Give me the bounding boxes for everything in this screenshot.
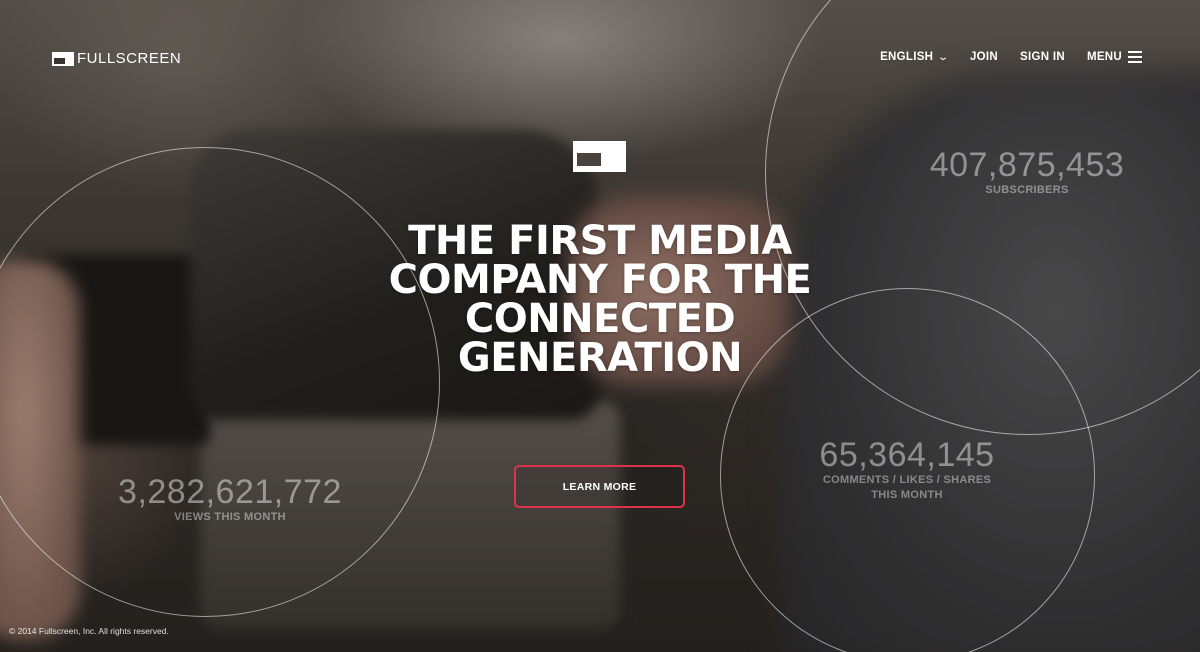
hero-headline: THE FIRST MEDIA COMPANY FOR THE CONNECTE… <box>300 218 900 381</box>
site-header: FULLSCREEN ENGLISH ⌄ JOIN SIGN IN MENU <box>0 0 1200 110</box>
stat-value: 65,364,145 <box>819 436 995 474</box>
stat-value: 3,282,621,772 <box>118 473 342 511</box>
fullscreen-logo-icon <box>52 51 74 66</box>
headline-line: CONNECTED <box>464 296 736 342</box>
stat-value: 407,875,453 <box>929 146 1125 184</box>
hamburger-icon <box>1128 51 1142 63</box>
menu-button[interactable]: MENU <box>1087 51 1142 63</box>
stat-label: COMMENTS / LIKES / SHARES THIS MONTH <box>822 474 992 501</box>
chevron-down-icon: ⌄ <box>937 51 950 63</box>
main-nav: ENGLISH ⌄ JOIN SIGN IN MENU <box>880 51 1142 63</box>
headline-line: THE FIRST MEDIA <box>408 218 792 264</box>
join-link[interactable]: JOIN <box>970 51 998 63</box>
brand-logo[interactable]: FULLSCREEN <box>52 50 181 67</box>
menu-label: MENU <box>1086 51 1122 63</box>
stat-subscribers: 407,875,453 SUBSCRIBERS <box>897 147 1157 198</box>
stat-label: SUBSCRIBERS <box>985 184 1069 196</box>
headline-line: COMPANY FOR THE <box>388 257 812 303</box>
brand-logo-text: FULLSCREEN <box>77 50 182 67</box>
stat-views: 3,282,621,772 VIEWS THIS MONTH <box>100 474 360 525</box>
fullscreen-mark-icon <box>573 141 626 172</box>
language-selector[interactable]: ENGLISH ⌄ <box>880 51 950 63</box>
learn-more-button[interactable]: LEARN MORE <box>514 465 685 508</box>
stat-label: VIEWS THIS MONTH <box>174 511 286 523</box>
copyright-text: © 2014 Fullscreen, Inc. All rights reser… <box>9 626 169 636</box>
headline-line: GENERATION <box>457 335 743 381</box>
stat-engagement: 65,364,145 COMMENTS / LIKES / SHARES THI… <box>787 437 1027 503</box>
language-label: ENGLISH <box>880 51 934 63</box>
hero-stage: FULLSCREEN ENGLISH ⌄ JOIN SIGN IN MENU T… <box>0 0 1200 652</box>
sign-in-link[interactable]: SIGN IN <box>1020 51 1065 63</box>
